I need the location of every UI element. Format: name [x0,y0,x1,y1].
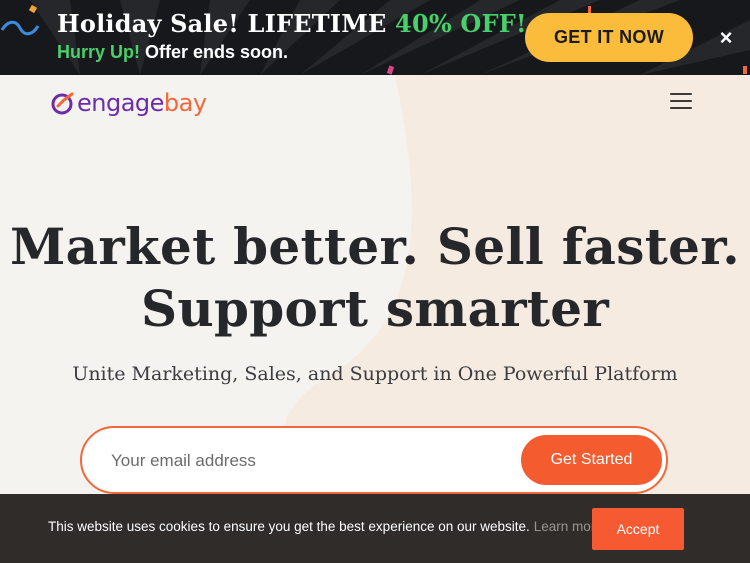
headline-line-2: Support smarter [140,279,610,338]
get-it-now-button[interactable]: GET IT NOW [525,13,693,62]
accept-cookies-button[interactable]: Accept [592,508,684,550]
confetti-swirl-icon [0,20,40,36]
hero-headline: Market better. Sell faster. Support smar… [0,216,750,340]
cookie-message-text: This website uses cookies to ensure you … [48,519,530,534]
get-started-button[interactable]: Get Started [521,435,662,485]
menu-line [670,107,692,109]
engagebay-logo[interactable]: engagebay [50,87,207,119]
logo-text: engagebay [77,89,207,117]
cookie-banner: This website uses cookies to ensure you … [0,494,750,563]
menu-line [670,100,692,102]
promo-hurry: Hurry Up! [57,42,141,62]
email-input[interactable] [109,446,493,476]
logo-text-bay: bay [163,89,207,117]
promo-discount: 40% OFF! [395,9,527,38]
promo-banner: Holiday Sale! LIFETIME 40% OFF! Hurry Up… [0,0,750,75]
logo-mark-icon [51,92,74,115]
logo-text-engage: engage [77,89,164,117]
promo-title: Holiday Sale! LIFETIME 40% OFF! [57,9,527,38]
hero-subheadline: Unite Marketing, Sales, and Support in O… [72,363,678,385]
confetti-piece [743,66,747,74]
promo-subtitle: Hurry Up! Offer ends soon. [57,42,288,63]
close-icon[interactable]: × [712,24,740,52]
email-signup-form: Get Started [80,426,668,494]
menu-icon[interactable] [670,93,692,111]
promo-ends: Offer ends soon. [140,42,289,62]
menu-line [670,93,692,95]
cookie-message: This website uses cookies to ensure you … [48,519,603,534]
promo-title-prefix: Holiday Sale! LIFETIME [57,9,396,38]
headline-line-1: Market better. Sell faster. [10,217,740,276]
